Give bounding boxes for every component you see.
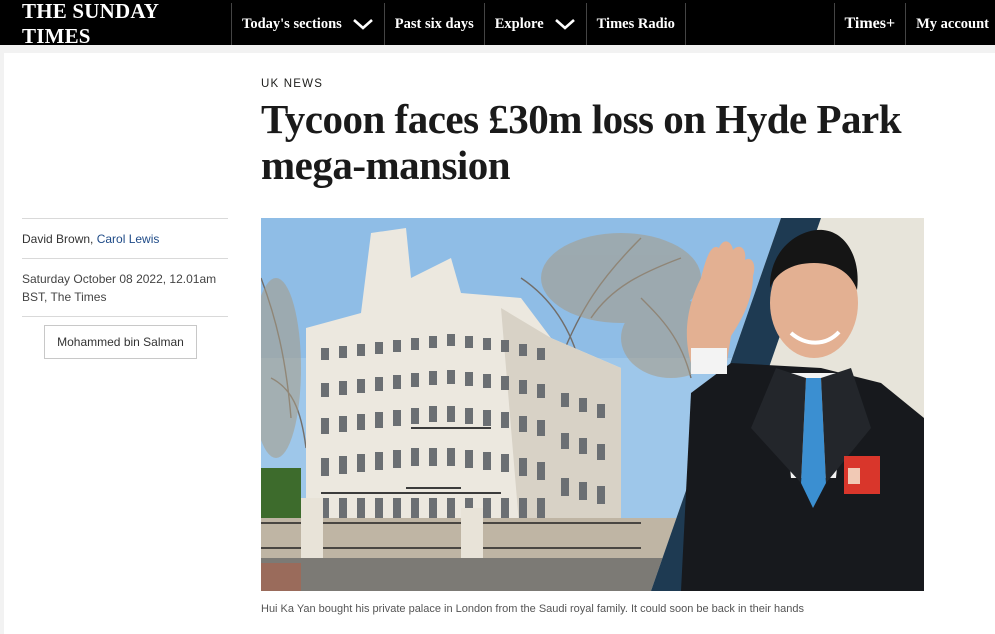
article-image bbox=[261, 218, 924, 591]
article-photo-illustration bbox=[261, 218, 924, 591]
nav-spacer bbox=[686, 3, 835, 45]
byline-column: David Brown, Carol Lewis Saturday Octobe… bbox=[22, 218, 228, 359]
author-separator: , bbox=[90, 232, 97, 246]
nav-my-account[interactable]: My account bbox=[906, 3, 995, 45]
nav-times-radio[interactable]: Times Radio bbox=[587, 3, 686, 45]
nav-todays-sections-label: Today's sections bbox=[242, 15, 342, 32]
publish-date: Saturday October 08 2022, 12.01am BST, T… bbox=[22, 259, 228, 316]
divider bbox=[22, 316, 228, 317]
topic-tag-button[interactable]: Mohammed bin Salman bbox=[44, 325, 197, 359]
page-frame-left bbox=[0, 53, 4, 634]
page-frame-top bbox=[0, 45, 995, 53]
nav-times-plus[interactable]: Times+ bbox=[835, 3, 907, 45]
publish-date-line-1: Saturday October 08 2022, 12.01am bbox=[22, 272, 217, 286]
authors: David Brown, Carol Lewis bbox=[22, 219, 228, 258]
section-label[interactable]: UK NEWS bbox=[261, 78, 323, 90]
nav-explore[interactable]: Explore bbox=[485, 3, 587, 45]
article-headline: Tycoon faces £30m loss on Hyde Park mega… bbox=[261, 96, 902, 188]
chevron-down-icon bbox=[352, 19, 373, 30]
top-navigation: THE SUNDAY TIMES Today's sections Past s… bbox=[0, 0, 995, 48]
author-name: David Brown bbox=[22, 232, 91, 246]
nav-explore-label: Explore bbox=[494, 15, 544, 32]
nav-past-six-days[interactable]: Past six days bbox=[385, 3, 485, 45]
image-caption: Hui Ka Yan bought his private palace in … bbox=[261, 603, 804, 615]
site-logo[interactable]: THE SUNDAY TIMES bbox=[0, 0, 232, 48]
author-link[interactable]: Carol Lewis bbox=[97, 232, 160, 246]
chevron-down-icon bbox=[554, 19, 575, 30]
publish-date-line-2: BST, The Times bbox=[22, 290, 107, 304]
nav-todays-sections[interactable]: Today's sections bbox=[232, 3, 385, 45]
